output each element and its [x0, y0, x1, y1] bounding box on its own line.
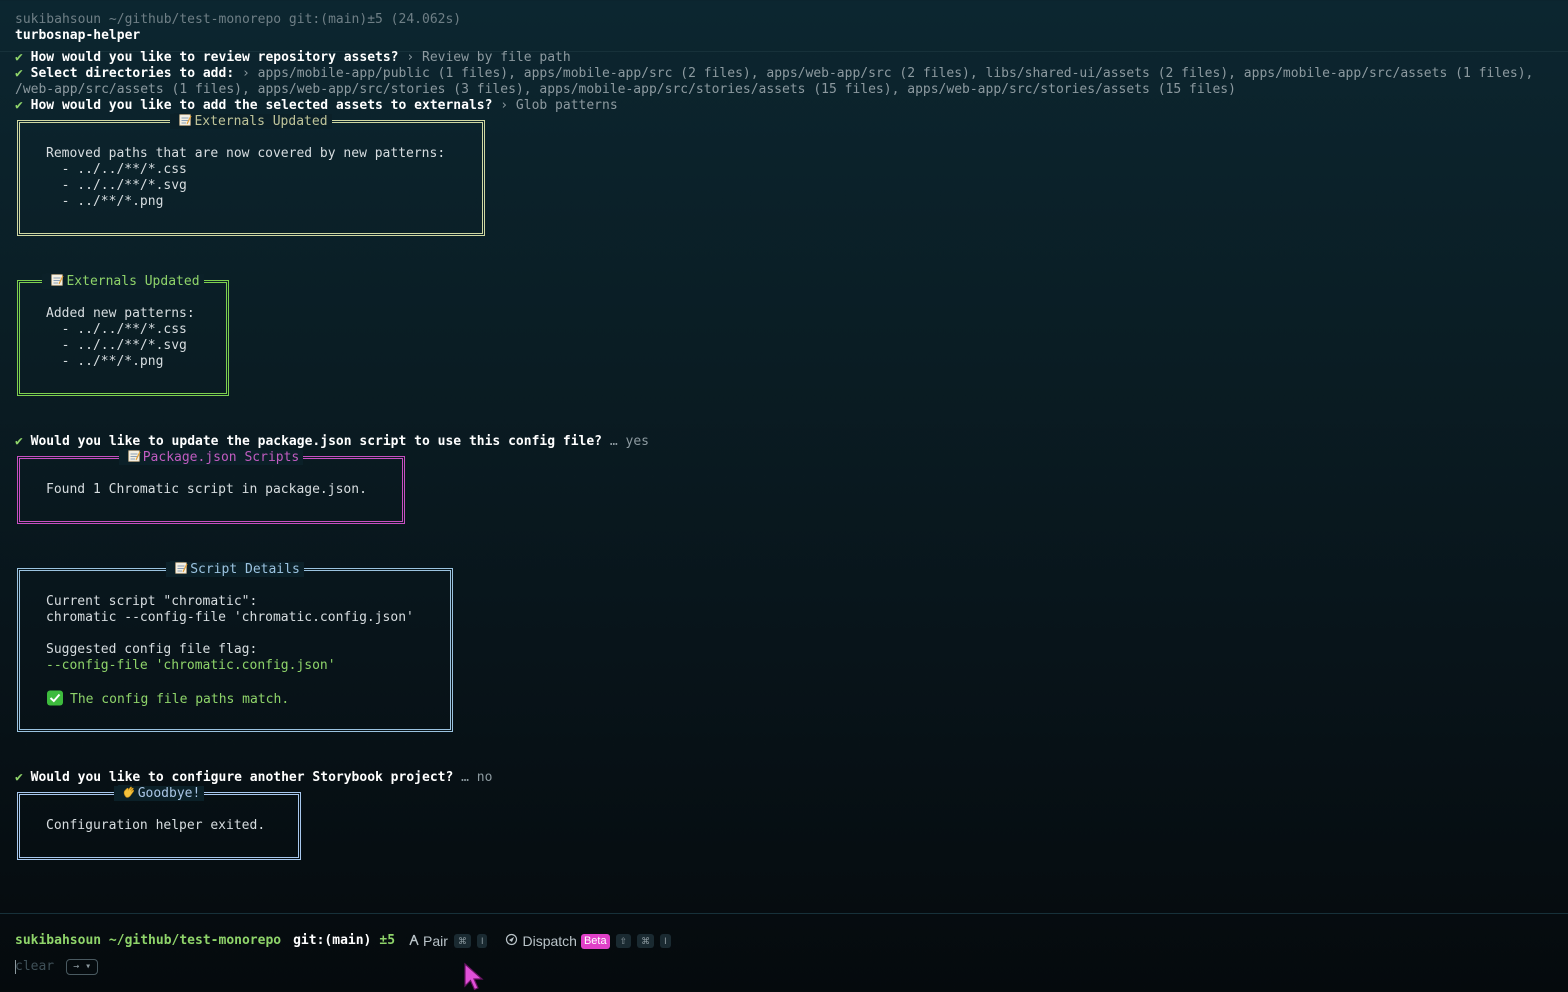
- dispatch-label: Dispatch: [522, 933, 577, 949]
- dispatch-button[interactable]: Dispatch Beta ⇧ ⌘ I: [505, 932, 671, 950]
- box-line: - ../../**/*.css: [46, 162, 187, 177]
- beta-badge: Beta: [580, 933, 610, 949]
- externals-updated-removed-box: Externals Updated Removed paths that are…: [17, 113, 485, 236]
- check-icon: ✔: [15, 66, 23, 81]
- current-script-label: Current script "chromatic":: [46, 594, 258, 609]
- command-key-icon: ⌘: [453, 934, 471, 948]
- box-line: - ../../**/*.svg: [46, 178, 187, 193]
- box-line: - ../../**/*.css: [46, 322, 187, 337]
- check-icon: ✔: [15, 770, 23, 785]
- memo-icon: [170, 561, 188, 575]
- config-match-message: The config file paths match.: [46, 690, 289, 708]
- box-title: Externals Updated: [20, 113, 482, 129]
- command-input[interactable]: clear → ▾: [15, 958, 99, 976]
- answer-text: … yes: [609, 434, 649, 449]
- goodbye-box: Goodbye! Configuration helper exited.: [17, 785, 301, 860]
- check-icon: ✔: [15, 434, 23, 449]
- memo-icon: [174, 113, 192, 127]
- question-configure-another: ✔ Would you like to configure another St…: [15, 770, 492, 786]
- i-key: I: [476, 934, 488, 948]
- question-review-assets: ✔ How would you like to review repositor…: [15, 50, 571, 66]
- prompt-user-path: sukibahsoun ~/github/test-monorepo: [15, 933, 282, 948]
- answer-continuation: /web-app/src/assets (1 files), apps/web-…: [15, 82, 1236, 97]
- input-placeholder: clear: [15, 959, 55, 974]
- question-text: Would you like to update the package.jso…: [30, 434, 603, 449]
- question-text: Select directories to add:: [30, 66, 235, 81]
- box-title: Goodbye!: [20, 785, 298, 801]
- box-line: Added new patterns:: [46, 306, 195, 321]
- pair-icon: [409, 932, 419, 950]
- box-line: - ../**/*.png: [46, 354, 164, 369]
- shift-key-icon: ⇧: [615, 934, 632, 948]
- box-line: Removed paths that are now covered by ne…: [46, 146, 446, 161]
- externals-updated-added-box: Externals Updated Added new patterns: - …: [17, 273, 229, 396]
- mouse-pointer-icon: [463, 962, 485, 992]
- check-icon: ✔: [15, 50, 23, 65]
- submit-dropdown-button[interactable]: → ▾: [66, 959, 99, 975]
- command-name: turbosnap-helper: [15, 28, 141, 43]
- waving-hand-icon: [117, 785, 134, 799]
- check-icon: ✔: [15, 98, 23, 113]
- prompt-git-branch: git:(main): [293, 933, 372, 948]
- question-text: How would you like to add the selected a…: [30, 98, 493, 113]
- box-line: Configuration helper exited.: [46, 818, 266, 833]
- question-text: Would you like to configure another Stor…: [30, 770, 454, 785]
- script-details-box: Script Details Current script "chromatic…: [17, 561, 453, 732]
- answer-text: … no: [461, 770, 493, 785]
- answer-text: › Glob patterns: [500, 98, 618, 113]
- dispatch-icon: [505, 932, 518, 950]
- suggested-flag-value: --config-file 'chromatic.config.json': [46, 658, 336, 673]
- box-title: Script Details: [20, 561, 450, 577]
- command-key-icon: ⌘: [637, 934, 655, 948]
- question-add-externals: ✔ How would you like to add the selected…: [15, 98, 618, 114]
- check-mark-button-icon: [46, 690, 64, 706]
- shell-prompt: sukibahsoun ~/github/test-monorepo git:(…: [15, 932, 671, 950]
- question-update-package-json: ✔ Would you like to update the package.j…: [15, 434, 649, 450]
- current-script-command: chromatic --config-file 'chromatic.confi…: [46, 610, 414, 625]
- answer-text: › Review by file path: [406, 50, 571, 65]
- box-title: Externals Updated: [20, 273, 226, 289]
- box-line: - ../../**/*.svg: [46, 338, 187, 353]
- box-line: - ../**/*.png: [46, 194, 164, 209]
- question-text: How would you like to review repository …: [30, 50, 399, 65]
- answer-text: › apps/mobile-app/public (1 files), apps…: [241, 66, 1534, 81]
- suggested-flag-label: Suggested config file flag:: [46, 642, 258, 657]
- package-json-scripts-box: Package.json Scripts Found 1 Chromatic s…: [17, 449, 405, 524]
- memo-icon: [46, 273, 64, 287]
- i-key: I: [660, 934, 671, 948]
- pair-button[interactable]: Pair ⌘ I: [409, 932, 488, 950]
- memo-icon: [122, 449, 141, 463]
- question-select-directories: ✔ Select directories to add: › apps/mobi…: [15, 66, 1533, 82]
- previous-prompt-line: sukibahsoun ~/github/test-monorepo git:(…: [15, 12, 462, 27]
- pair-label: Pair: [423, 933, 448, 949]
- prompt-changes: ±5: [379, 933, 396, 948]
- prompt-separator: [0, 913, 1568, 914]
- box-line: Found 1 Chromatic script in package.json…: [46, 482, 367, 497]
- box-title: Package.json Scripts: [20, 449, 402, 465]
